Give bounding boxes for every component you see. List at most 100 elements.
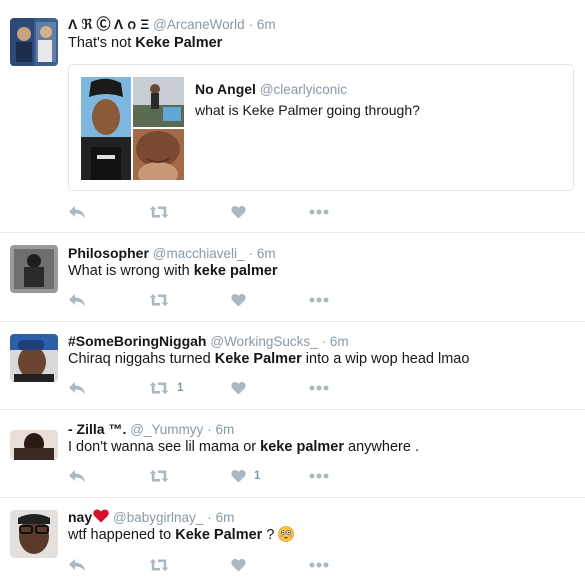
avatar[interactable] <box>10 245 58 293</box>
reply-button[interactable] <box>68 292 86 308</box>
like-icon <box>231 469 246 483</box>
like-icon <box>231 381 246 395</box>
quoted-tweet-header: No Angel @clearlyiconic <box>195 80 347 99</box>
reply-button[interactable] <box>68 557 86 573</box>
reply-icon <box>69 470 85 482</box>
timestamp[interactable]: 6m <box>257 246 276 261</box>
retweet-button[interactable] <box>149 292 177 308</box>
display-name[interactable]: Λ ℜ Ⓒ Λ ᨣ Ξ <box>68 16 149 32</box>
search-highlight: keke palmer <box>260 439 345 455</box>
more-button[interactable] <box>309 292 329 308</box>
timestamp[interactable]: 6m <box>216 422 235 437</box>
tweet-text-segment: I don't wanna see lil mama or <box>68 439 261 455</box>
more-icon <box>309 562 329 568</box>
avatar[interactable] <box>10 334 58 382</box>
tweet-text-segment: That's not <box>68 35 136 51</box>
retweet-button[interactable]: 1 <box>149 380 183 396</box>
tweet-header: #SomeBoringNiggah @WorkingSucks_ · 6m <box>68 332 349 350</box>
tweet-header: - Zilla ™. @_Yummyy · 6m <box>68 420 234 438</box>
tweet-text-segment: into a wip wop head lmao <box>301 351 470 367</box>
like-count: 1 <box>254 470 261 482</box>
tweet-text: Chiraq niggahs turned Keke Palmer into a… <box>68 350 469 369</box>
display-name[interactable]: #SomeBoringNiggah <box>68 333 206 349</box>
display-name[interactable]: Philosopher <box>68 245 149 261</box>
separator-dot: · <box>248 246 253 261</box>
tweet[interactable]: #SomeBoringNiggah @WorkingSucks_ · 6m Ch… <box>0 322 585 410</box>
more-icon <box>309 473 329 479</box>
timestamp[interactable]: 6m <box>330 334 349 349</box>
search-highlight: Keke Palmer <box>175 527 263 543</box>
tweet-actions <box>68 557 368 573</box>
reply-button[interactable] <box>68 380 86 396</box>
tweet[interactable]: - Zilla ™. @_Yummyy · 6m I don't wanna s… <box>0 410 585 498</box>
like-icon <box>231 205 246 219</box>
tweet[interactable]: Λ ℜ Ⓒ Λ ᨣ Ξ @ArcaneWorld · 6m That's not… <box>0 0 585 233</box>
reply-button[interactable] <box>68 204 86 220</box>
more-icon <box>309 297 329 303</box>
like-button[interactable] <box>231 557 254 573</box>
username[interactable]: @babygirlnay_ <box>113 510 203 525</box>
quoted-tweet-media[interactable] <box>81 77 184 180</box>
tweet-text: That's not Keke Palmer <box>68 34 222 53</box>
retweet-count: 1 <box>177 382 184 394</box>
like-icon <box>231 293 246 307</box>
quoted-display-name[interactable]: No Angel <box>195 81 256 97</box>
separator-dot: · <box>248 17 254 32</box>
more-button[interactable] <box>309 468 329 484</box>
tweet-text: wtf happened to Keke Palmer ? <box>68 526 295 545</box>
more-button[interactable] <box>309 557 329 573</box>
tweet-header: Λ ℜ Ⓒ Λ ᨣ Ξ @ArcaneWorld · 6m <box>68 15 276 33</box>
more-button[interactable] <box>309 380 329 396</box>
search-highlight: Keke Palmer <box>214 351 302 367</box>
tweet-text-segment: Chiraq niggahs turned <box>68 351 215 367</box>
tweet-actions <box>68 292 368 308</box>
avatar[interactable] <box>10 18 58 66</box>
reply-icon <box>69 294 85 306</box>
retweet-icon <box>149 559 169 571</box>
timestamp[interactable]: 6m <box>257 17 276 32</box>
reply-icon <box>69 559 85 571</box>
quoted-username[interactable]: @clearlyiconic <box>260 82 347 97</box>
display-name[interactable]: - Zilla ™. <box>68 421 126 437</box>
tweet-text-segment: ? <box>262 527 279 543</box>
red-heart-icon <box>93 509 109 523</box>
avatar[interactable] <box>10 430 58 460</box>
username[interactable]: @_Yummyy <box>130 422 203 437</box>
flushed-face-icon <box>278 526 295 542</box>
retweet-button[interactable] <box>149 468 177 484</box>
search-highlight: Keke Palmer <box>135 35 223 51</box>
retweet-button[interactable] <box>149 204 177 220</box>
tweet-actions: 1 <box>68 380 368 396</box>
more-button[interactable] <box>309 204 329 220</box>
more-icon <box>309 209 329 215</box>
username[interactable]: @ArcaneWorld <box>153 17 245 32</box>
separator-dot: · <box>321 334 327 349</box>
like-button[interactable] <box>231 204 254 220</box>
username[interactable]: @WorkingSucks_ <box>210 334 317 349</box>
separator-dot: · <box>207 510 212 525</box>
tweet-text-segment: wtf happened to <box>68 527 176 543</box>
like-button[interactable] <box>231 380 254 396</box>
like-button[interactable] <box>231 292 254 308</box>
display-name[interactable]: nay <box>68 509 92 525</box>
like-button[interactable]: 1 <box>231 468 260 484</box>
avatar[interactable] <box>10 510 58 558</box>
retweet-button[interactable] <box>149 557 177 573</box>
tweet[interactable]: Philosopher @macchiaveli_ · 6m What is w… <box>0 234 585 322</box>
tweet-text-segment: What is wrong with <box>68 263 194 279</box>
timestamp[interactable]: 6m <box>216 510 235 525</box>
reply-icon <box>69 206 85 218</box>
tweet-text: What is wrong with keke palmer <box>68 262 278 281</box>
tweet-actions: 1 <box>68 468 368 484</box>
quoted-tweet-text: what is Keke Palmer going through? <box>195 102 420 118</box>
quoted-tweet[interactable]: No Angel @clearlyiconic what is Keke Pal… <box>68 64 574 191</box>
quoted-image <box>133 129 184 180</box>
tweet-actions <box>68 204 368 220</box>
tweet-header: nay @babygirlnay_ · 6m <box>68 508 234 526</box>
more-icon <box>309 385 329 391</box>
search-highlight: keke palmer <box>193 263 278 279</box>
tweet[interactable]: nay @babygirlnay_ · 6m wtf happened to K… <box>0 498 585 579</box>
tweet-text-segment: anywhere . <box>344 439 419 455</box>
reply-button[interactable] <box>68 468 86 484</box>
username[interactable]: @macchiaveli_ <box>153 246 245 261</box>
